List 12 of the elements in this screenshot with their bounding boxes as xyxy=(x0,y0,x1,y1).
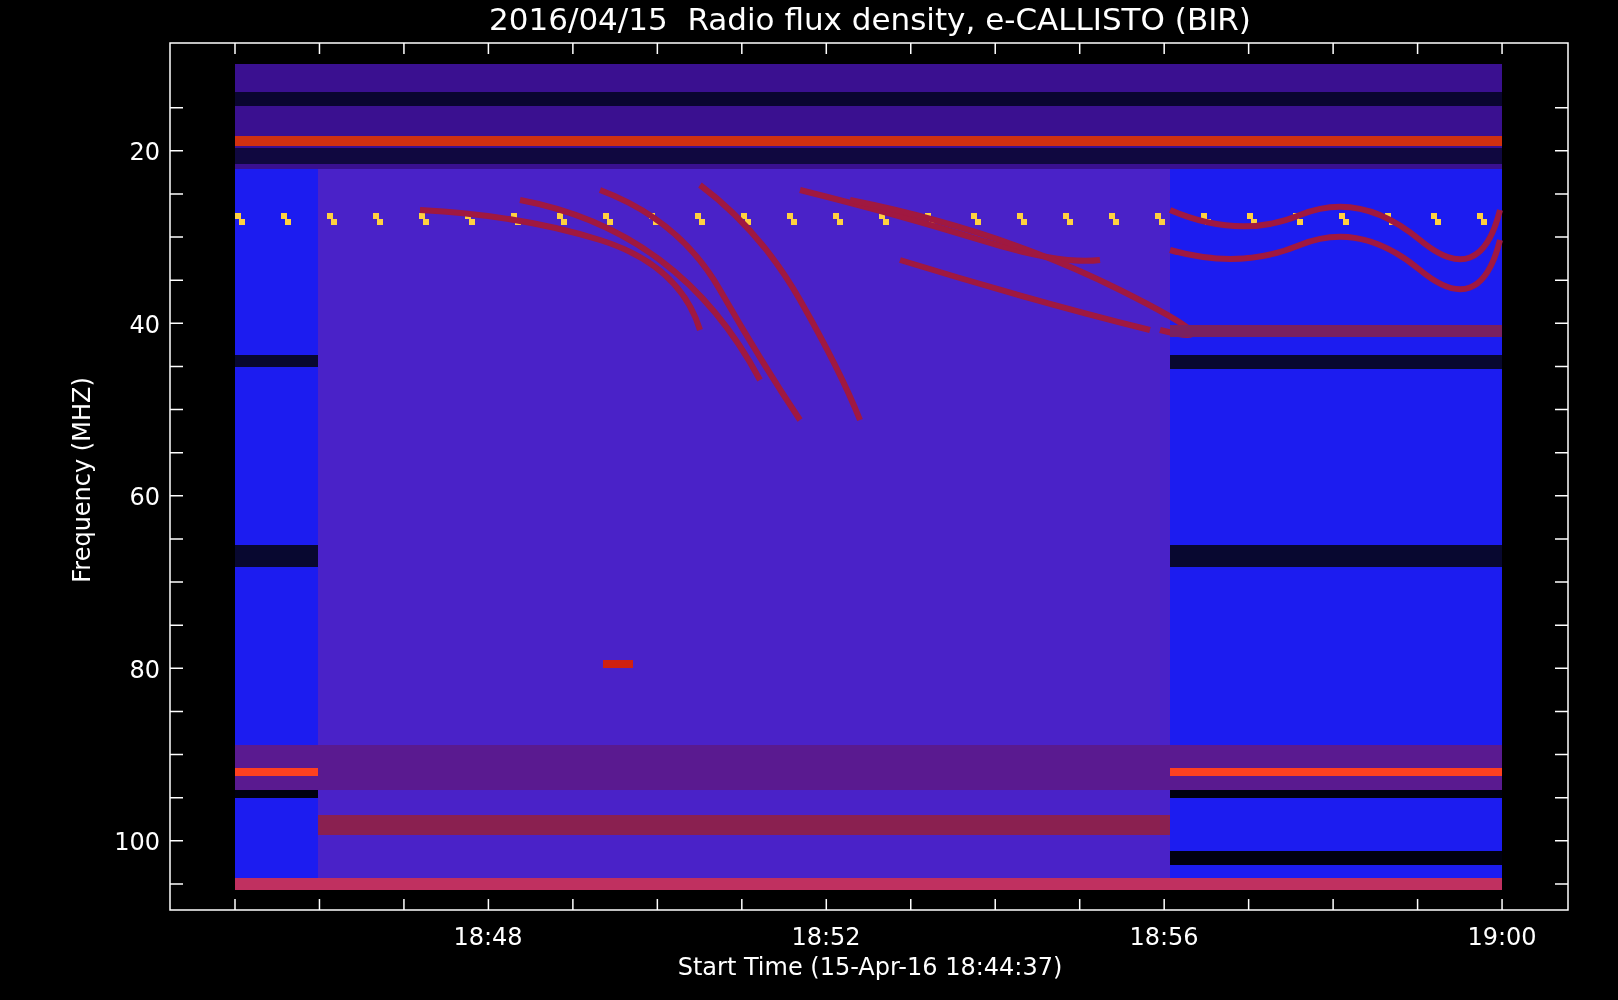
x-tick-label: 18:48 xyxy=(453,923,523,951)
y-axis-label: Frequency (MHZ) xyxy=(68,377,96,583)
x-axis-label: Start Time (15-Apr-16 18:44:37) xyxy=(677,953,1063,981)
x-tick-label: 19:00 xyxy=(1467,923,1537,951)
chart-title: 2016/04/15 Radio flux density, e-CALLISTO (BIR) xyxy=(489,1,1251,37)
y-tick-label: 100 xyxy=(114,828,160,856)
y-tick-label: 20 xyxy=(129,138,160,166)
y-tick-label: 40 xyxy=(129,310,160,339)
x-tick-label: 18:56 xyxy=(1129,923,1199,951)
y-tick-label: 80 xyxy=(129,655,160,684)
x-tick-label: 18:52 xyxy=(791,923,861,951)
y-tick-label: 60 xyxy=(129,483,160,511)
